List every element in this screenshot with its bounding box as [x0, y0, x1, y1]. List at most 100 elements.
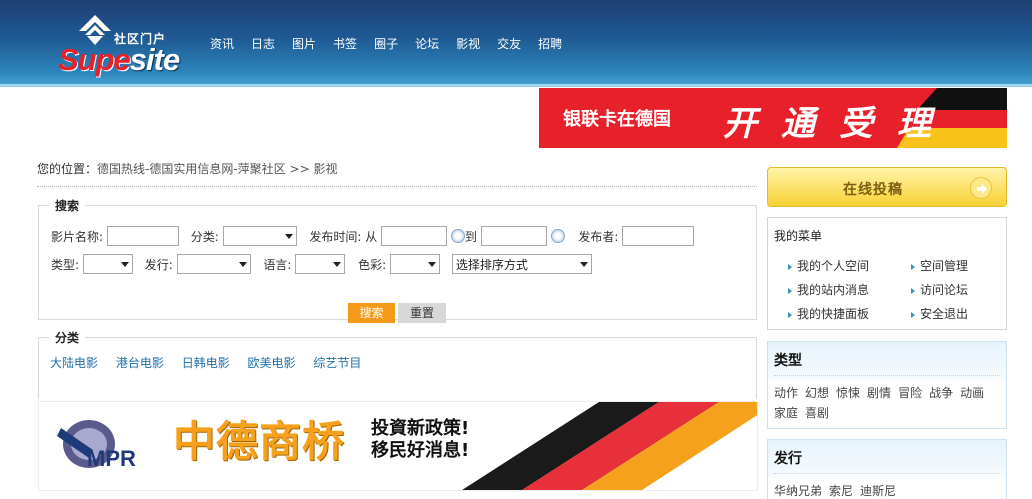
color-select[interactable]: [389, 254, 440, 274]
search-panel: 搜索 影片名称: 分类: 发布时间: 从 到 发布者: 类型: 发行: 语言: …: [38, 197, 757, 323]
date-from-label: 发布时间: 从: [309, 229, 378, 244]
breadcrumb-site-link[interactable]: 德国热线-德国实用信息网-萍聚社区: [97, 162, 286, 176]
date-to-label: 到: [464, 229, 477, 244]
arrow-bullet-icon: [911, 287, 915, 294]
breadcrumb-prefix: 您的位置：: [37, 162, 98, 176]
type-tag[interactable]: 动作: [774, 386, 798, 400]
banner-text-right: 开通受理: [723, 104, 955, 144]
category-link[interactable]: 欧美电影: [248, 356, 296, 370]
menu-item-messages[interactable]: 我的站内消息: [788, 281, 869, 298]
type-tag[interactable]: 剧情: [867, 386, 891, 400]
breadcrumb-current[interactable]: 影视: [313, 162, 337, 176]
chevron-down-icon: [116, 255, 132, 273]
nav-news[interactable]: 资讯: [210, 35, 234, 52]
submit-post-button[interactable]: 在线投稿: [767, 167, 1007, 207]
nav-jobs[interactable]: 招聘: [538, 35, 562, 52]
arrow-bullet-icon: [788, 263, 792, 270]
publisher-input[interactable]: [622, 226, 695, 246]
nav-circles[interactable]: 圈子: [374, 35, 398, 52]
arrow-bullet-icon: [788, 311, 792, 318]
type-tag[interactable]: 幻想: [805, 386, 829, 400]
stripes-graphic: [462, 402, 757, 490]
release-select[interactable]: [176, 254, 251, 274]
release-tag[interactable]: 索尼: [829, 484, 853, 498]
chevron-down-icon: [423, 255, 439, 273]
mid-ad-banner[interactable]: MPR 中德商桥 投資新政策! 移民好消息!: [38, 401, 758, 491]
color-label: 色彩:: [358, 257, 387, 272]
nav-forum[interactable]: 论坛: [415, 35, 439, 52]
type-tag[interactable]: 战争: [929, 386, 953, 400]
type-box-divider: [774, 375, 1000, 376]
type-tag[interactable]: 冒险: [898, 386, 922, 400]
chevron-down-icon: [234, 255, 250, 273]
date-from-input[interactable]: [381, 226, 448, 246]
menu-item-personal-space[interactable]: 我的个人空间: [788, 257, 869, 274]
category-legend: 分类: [49, 329, 86, 346]
type-tag[interactable]: 喜剧: [805, 406, 829, 420]
logo-wordmark: Supesite: [58, 42, 180, 77]
search-button[interactable]: 搜索: [348, 303, 395, 323]
category-list: 大陆电影 港台电影 日韩电影 欧美电影 综艺节目: [50, 354, 375, 371]
nav-images[interactable]: 图片: [292, 35, 316, 52]
category-link[interactable]: 港台电影: [116, 356, 164, 370]
arrow-bullet-icon: [911, 311, 915, 318]
menu-item-logout[interactable]: 安全退出: [911, 305, 968, 322]
sort-select[interactable]: 选择排序方式: [451, 254, 592, 274]
calendar-icon[interactable]: [550, 229, 565, 243]
breadcrumb: 您的位置：德国热线-德国实用信息网-萍聚社区 >> 影视: [37, 160, 337, 177]
type-tag[interactable]: 惊悚: [836, 386, 860, 400]
language-select[interactable]: [295, 254, 346, 274]
chevron-down-icon: [575, 255, 591, 273]
nav-video[interactable]: 影视: [456, 35, 480, 52]
menu-item-quick-panel[interactable]: 我的快捷面板: [788, 305, 869, 322]
release-box: 发行 华纳兄弟 索尼 迪斯尼: [767, 439, 1007, 499]
release-tag[interactable]: 迪斯尼: [860, 484, 896, 498]
film-name-label: 影片名称:: [51, 229, 104, 244]
mpr-logo-text: MPR: [87, 446, 136, 471]
site-logo[interactable]: 社区门户 Supesite: [56, 12, 186, 78]
type-box: 类型 动作 幻想 惊悚 剧情 冒险 战争 动画家庭 喜剧: [767, 341, 1007, 429]
header-rim: [0, 84, 1032, 87]
menu-item-space-admin[interactable]: 空间管理: [911, 257, 968, 274]
category-link[interactable]: 日韩电影: [182, 356, 230, 370]
category-link[interactable]: 大陆电影: [50, 356, 98, 370]
menu-item-visit-forum[interactable]: 访问论坛: [911, 281, 968, 298]
category-select[interactable]: [222, 226, 297, 246]
release-box-divider: [774, 473, 1000, 474]
breadcrumb-separator: >>: [289, 162, 310, 176]
site-header: 社区门户 Supesite 资讯 日志 图片 书签 圈子 论坛 影视 交友 招聘: [0, 0, 1032, 87]
type-tag[interactable]: 动画: [960, 386, 984, 400]
nav-blog[interactable]: 日志: [251, 35, 275, 52]
search-legend: 搜索: [49, 197, 86, 214]
language-label: 语言:: [263, 257, 292, 272]
date-to-input[interactable]: [480, 226, 547, 246]
banner-text-left: 银联卡在德国: [563, 109, 671, 130]
arrow-bullet-icon: [788, 287, 792, 294]
chevron-down-icon: [329, 255, 345, 273]
release-label: 发行:: [144, 257, 173, 272]
search-row-2: 类型: 发行: 语言: 色彩: 选择排序方式: [51, 254, 592, 276]
type-box-title: 类型: [774, 353, 802, 369]
nav-dating[interactable]: 交友: [497, 35, 521, 52]
reset-button[interactable]: 重置: [398, 303, 446, 323]
release-box-title: 发行: [774, 451, 802, 467]
type-tag-list: 动作 幻想 惊悚 剧情 冒险 战争 动画家庭 喜剧: [774, 383, 1002, 423]
search-row-1: 影片名称: 分类: 发布时间: 从 到 发布者:: [51, 226, 695, 248]
category-panel: 分类 大陆电影 港台电影 日韩电影 欧美电影 综艺节目: [38, 329, 757, 399]
nav-bookmarks[interactable]: 书签: [333, 35, 357, 52]
arrow-bullet-icon: [911, 263, 915, 270]
type-tag[interactable]: 家庭: [774, 406, 798, 420]
category-link[interactable]: 综艺节目: [313, 356, 361, 370]
release-tag[interactable]: 华纳兄弟: [774, 484, 822, 498]
chevron-down-icon: [280, 227, 296, 245]
dotted-divider: [37, 186, 757, 187]
my-menu-box: 我的菜单 我的个人空间 空间管理 我的站内消息 访问论坛 我的快捷面板 安全退出: [767, 217, 1007, 330]
main-nav: 资讯 日志 图片 书签 圈子 论坛 影视 交友 招聘: [210, 35, 579, 51]
mid-banner-headline: 中德商桥: [173, 417, 346, 466]
type-select[interactable]: [82, 254, 133, 274]
calendar-icon[interactable]: [450, 229, 465, 243]
arrow-right-icon: [970, 177, 992, 199]
release-tag-list: 华纳兄弟 索尼 迪斯尼: [774, 481, 1002, 499]
top-ad-banner[interactable]: 银联卡在德国 开通受理: [539, 88, 1007, 148]
film-name-input[interactable]: [106, 226, 179, 246]
